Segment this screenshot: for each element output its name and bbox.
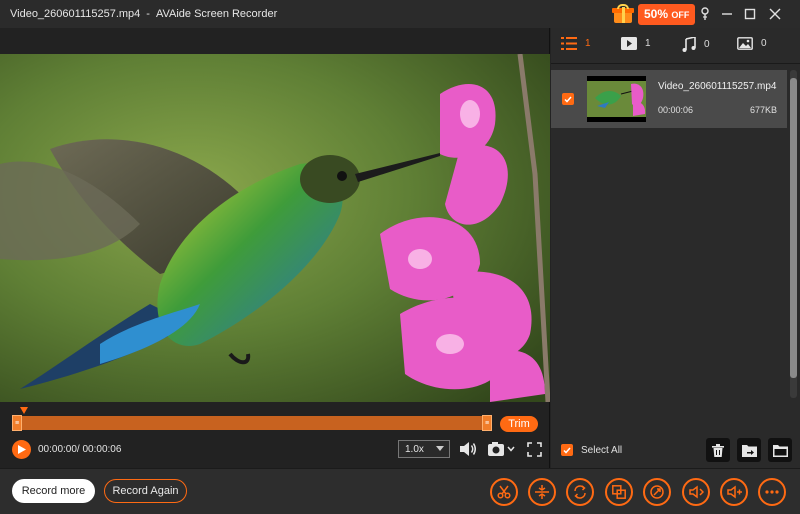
tab-video[interactable]: 1 — [621, 37, 651, 50]
playhead-marker[interactable] — [20, 407, 28, 414]
audio-record-icon[interactable] — [682, 478, 710, 506]
playback-time: 00:00:00/ 00:00:06 — [38, 444, 122, 455]
promo-banner[interactable]: 50% OFF — [612, 3, 696, 25]
pin-icon[interactable] — [696, 5, 714, 23]
speed-select[interactable]: 1.0x — [398, 440, 450, 458]
discount-percent: 50% — [644, 6, 669, 21]
advanced-trimmer-icon[interactable] — [528, 478, 556, 506]
check-icon — [564, 96, 572, 103]
tab-video-count: 1 — [645, 38, 651, 49]
check-icon — [563, 447, 571, 454]
maximize-icon[interactable] — [741, 5, 759, 23]
file-size: 677KB — [749, 105, 777, 115]
record-again-button[interactable]: Record Again — [104, 479, 187, 503]
close-icon[interactable] — [766, 5, 784, 23]
select-all-label: Select All — [581, 444, 623, 456]
discount-badge[interactable]: 50% OFF — [638, 3, 696, 25]
file-name: Video_260601115257.mp4 — [658, 81, 777, 92]
fullscreen-icon[interactable] — [524, 440, 544, 458]
list-icon — [561, 37, 577, 50]
bottom-toolbar: Record more Record Again — [0, 468, 800, 514]
title-bar: Video_260601115257.mp4 - AVAide Screen R… — [0, 0, 800, 28]
video-thumbnail — [587, 76, 646, 122]
title-separator: - — [146, 8, 150, 20]
image-icon — [737, 37, 753, 50]
discount-off: OFF — [671, 9, 690, 20]
video-player: ≡ ≡ Trim 00:00:00/ 00:00:06 1.0x — [0, 28, 550, 468]
app-title: AVAide Screen Recorder — [155, 8, 278, 20]
converter-icon[interactable] — [566, 478, 594, 506]
item-checkbox[interactable] — [562, 93, 574, 105]
play-icon — [17, 445, 26, 454]
volume-boost-icon[interactable] — [720, 478, 748, 506]
list-item[interactable]: Video_260601115257.mp4 00:00:06 677KB — [551, 70, 787, 128]
video-icon — [621, 37, 637, 50]
trim-timeline[interactable]: ≡ ≡ — [12, 415, 492, 431]
file-duration: 00:00:06 — [658, 105, 694, 115]
chevron-down-icon — [436, 446, 444, 451]
scrollbar-thumb[interactable] — [790, 78, 797, 378]
scissors-icon[interactable] — [490, 478, 518, 506]
minimize-icon[interactable] — [718, 5, 736, 23]
open-folder-button[interactable] — [768, 438, 792, 462]
compressor-icon[interactable] — [643, 478, 671, 506]
video-preview[interactable] — [0, 54, 550, 402]
gift-icon — [612, 4, 634, 24]
trim-end-handle[interactable]: ≡ — [482, 415, 492, 431]
record-more-button[interactable]: Record more — [12, 479, 95, 503]
export-button[interactable] — [737, 438, 761, 462]
trim-start-handle[interactable]: ≡ — [12, 415, 22, 431]
trash-icon — [712, 443, 724, 457]
tab-audio[interactable]: 0 — [682, 37, 710, 52]
folder-icon — [772, 444, 788, 457]
tab-list-count: 1 — [585, 38, 591, 49]
merger-icon[interactable] — [605, 478, 633, 506]
media-type-tabs: 1 1 0 0 — [551, 28, 800, 64]
tab-list[interactable]: 1 — [561, 37, 591, 50]
volume-icon[interactable] — [458, 440, 478, 458]
recording-history-panel: 1 1 0 0 Video_260601115257.mp4 00:00:06 … — [551, 28, 800, 468]
music-icon — [682, 37, 696, 52]
window-file-title: Video_260601115257.mp4 — [10, 8, 141, 20]
play-button[interactable] — [12, 440, 31, 459]
tab-image-count: 0 — [761, 38, 767, 49]
tab-image[interactable]: 0 — [737, 37, 767, 50]
speed-value: 1.0x — [405, 443, 424, 455]
select-all-checkbox[interactable] — [561, 444, 573, 456]
export-icon — [741, 444, 757, 457]
delete-button[interactable] — [706, 438, 730, 462]
scrollbar[interactable] — [790, 70, 797, 398]
more-icon[interactable] — [758, 478, 786, 506]
camera-icon[interactable] — [486, 440, 516, 458]
select-all-control[interactable]: Select All — [561, 444, 622, 456]
trim-button[interactable]: Trim — [500, 416, 538, 432]
tab-audio-count: 0 — [704, 39, 710, 50]
